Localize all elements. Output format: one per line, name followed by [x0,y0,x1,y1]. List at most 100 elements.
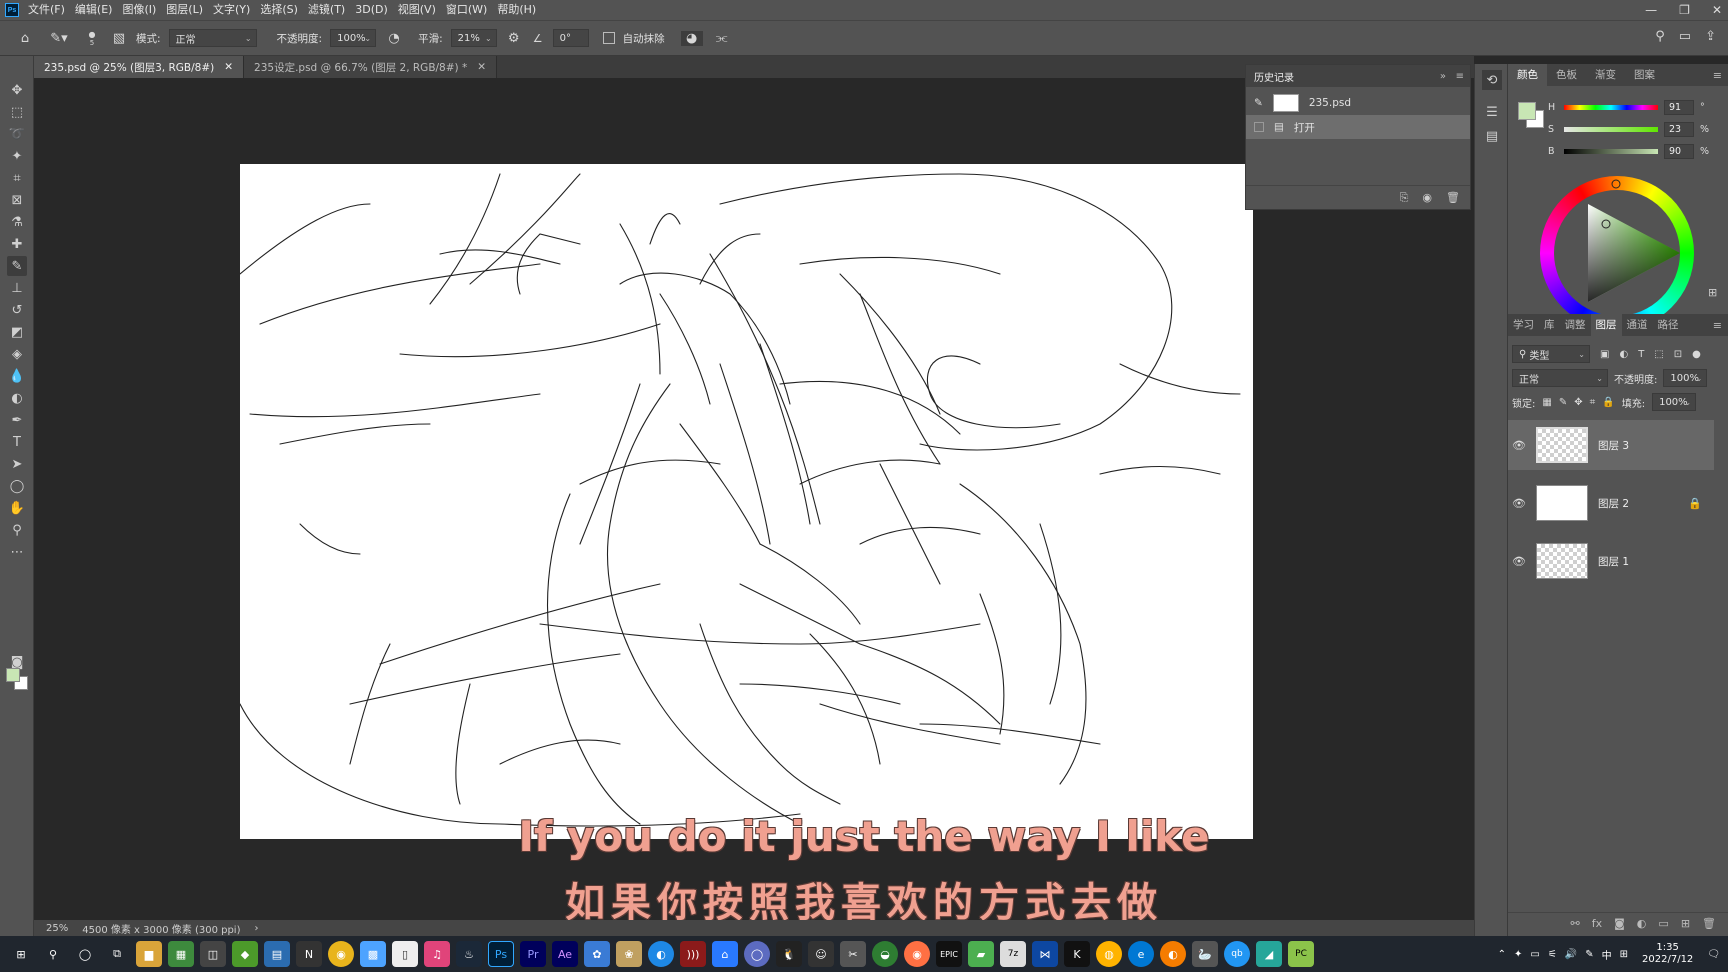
firefox-icon[interactable]: ◉ [904,941,930,967]
7zip-icon[interactable]: 7z [1000,941,1026,967]
dodge-tool-icon[interactable]: ◐ [7,388,27,408]
app-icon[interactable]: ))) [680,941,706,967]
tab-gradients[interactable]: 渐变 [1586,64,1625,86]
tab-channels[interactable]: 通道 [1622,314,1653,336]
ime-indicator[interactable]: 中 [1602,947,1612,962]
add-swatch-icon[interactable]: ⊞ [1708,286,1717,299]
edge-icon[interactable]: e [1128,941,1154,967]
trash-icon[interactable]: 🗑 [1446,191,1460,204]
chevron-right-icon[interactable]: › [255,923,259,934]
app-icon[interactable]: ◆ [232,941,258,967]
pencil-tool-icon[interactable]: ✎ [7,256,27,276]
tab-patterns[interactable]: 图案 [1625,64,1664,86]
ellipse-tool-icon[interactable]: ◯ [7,476,27,496]
crop-tool-icon[interactable]: ⌗ [7,168,27,188]
history-snapshot[interactable]: ✎ 235.psd [1246,91,1470,115]
camera-icon[interactable]: ◉ [1422,191,1432,204]
trash-icon[interactable]: 🗑 [1702,917,1716,930]
filter-smart-object-icon[interactable]: ⊡ [1674,349,1682,360]
menu-select[interactable]: 选择(S) [255,0,303,20]
menu-edit[interactable]: 编辑(E) [70,0,118,20]
menu-file[interactable]: 文件(F) [23,0,70,20]
steam-icon[interactable]: ♨ [456,941,482,967]
home-icon[interactable]: ⌂ [14,31,36,46]
eye-icon[interactable]: 👁 [1512,555,1526,568]
menu-image[interactable]: 图像(I) [117,0,161,20]
app-icon[interactable]: ▤ [264,941,290,967]
search-icon[interactable]: ⚲ [40,941,66,967]
layer-name[interactable]: 图层 1 [1598,554,1629,569]
menu-layer[interactable]: 图层(L) [161,0,208,20]
layer-name[interactable]: 图层 2 [1598,496,1629,511]
marquee-tool-icon[interactable]: ⬚ [7,102,27,122]
app-icon[interactable]: ◢ [1256,941,1282,967]
history-brush-source-icon[interactable]: ✎ [1254,97,1263,109]
add-mask-icon[interactable]: ◙ [1614,917,1625,930]
app-icon[interactable]: ◐ [1160,941,1186,967]
pen-icon[interactable]: ✎ [1585,949,1593,960]
pressure-size-icon[interactable]: ◕ [680,30,703,46]
link-layers-icon[interactable]: ⚯ [1571,917,1580,930]
smoothing-input[interactable]: 21% ⌄ [450,29,497,47]
task-view-icon[interactable]: ⧉ [104,941,130,967]
filter-shape-icon[interactable]: ⬚ [1654,349,1663,360]
libraries-panel-icon[interactable]: ▤ [1482,126,1502,146]
properties-panel-icon[interactable]: ☰ [1482,102,1502,122]
panel-menu-icon[interactable]: ≡ [1713,69,1722,82]
lasso-tool-icon[interactable]: ➰ [7,124,27,144]
app-icon[interactable]: ▯ [392,941,418,967]
minimize-icon[interactable]: — [1645,0,1657,20]
pen-tool-icon[interactable]: ✒ [7,410,27,430]
mode-dropdown[interactable]: 正常 ⌄ [168,29,257,47]
pencil-tool-preset-icon[interactable]: ✎▾ [44,31,74,46]
cortana-icon[interactable]: ◯ [72,941,98,967]
tab-paths[interactable]: 路径 [1653,314,1684,336]
app-icon[interactable]: K [1064,941,1090,967]
tab-document-235-setting[interactable]: 235设定.psd @ 66.7% (图层 2, RGB/8#) * ✕ [244,56,498,78]
history-brush-tool-icon[interactable]: ↺ [7,300,27,320]
layer-opacity-input[interactable]: 100% ⌄ [1663,369,1708,387]
angle-input[interactable]: 0° [552,29,589,47]
close-icon[interactable]: ✕ [1712,0,1722,20]
new-layer-icon[interactable]: ⊞ [1681,917,1690,930]
lock-all-icon[interactable]: 🔒 [1602,397,1614,408]
tab-adjustments[interactable]: 调整 [1560,314,1591,336]
history-source-checkbox[interactable] [1254,122,1264,132]
qbittorrent-icon[interactable]: qb [1224,941,1250,967]
file-explorer-icon[interactable]: ▆ [136,941,162,967]
lock-transparent-icon[interactable]: ▦ [1542,397,1551,408]
windows-start-icon[interactable]: ⊞ [8,941,34,967]
lock-pixels-icon[interactable]: ✎ [1559,397,1567,408]
filter-adjustment-icon[interactable]: ◐ [1619,349,1628,360]
brightness-input[interactable]: 90 [1664,143,1694,159]
collapse-icon[interactable]: » [1440,71,1446,82]
layer-row[interactable]: 👁 图层 3 [1508,420,1714,470]
epic-games-icon[interactable]: EPIC [936,941,962,967]
chrome-icon[interactable]: ◉ [328,941,354,967]
magic-wand-tool-icon[interactable]: ✦ [7,146,27,166]
hue-input[interactable]: 91 [1664,99,1694,115]
close-icon[interactable]: ✕ [224,61,233,73]
menu-3d[interactable]: 3D(D) [350,0,393,20]
tab-swatches[interactable]: 色板 [1547,64,1586,86]
app-icon[interactable]: ✿ [584,941,610,967]
more-tools-icon[interactable]: ⋯ [7,542,27,562]
notion-icon[interactable]: N [296,941,322,967]
menu-window[interactable]: 窗口(W) [441,0,492,20]
lock-artboard-icon[interactable]: ⌗ [1590,397,1596,408]
blur-tool-icon[interactable]: 💧 [7,366,27,386]
tray-expand-icon[interactable]: ⌃ [1498,949,1506,960]
panel-menu-icon[interactable]: ≡ [1713,319,1722,332]
tab-color[interactable]: 颜色 [1508,64,1547,86]
app-icon[interactable]: 🦢 [1192,941,1218,967]
app-icon[interactable]: ☺ [808,941,834,967]
new-document-from-state-icon[interactable]: ⎘ [1400,191,1409,205]
brightness-slider[interactable] [1564,148,1658,154]
restore-icon[interactable]: ❐ [1679,0,1690,20]
zoom-level[interactable]: 25% [46,923,68,934]
app-icon[interactable]: ◯ [744,941,770,967]
qq-icon[interactable]: 🐧 [776,941,802,967]
photoshop-taskbar-icon[interactable]: Ps [488,941,514,967]
eye-icon[interactable]: 👁 [1512,439,1526,452]
app-icon[interactable]: ⋈ [1032,941,1058,967]
